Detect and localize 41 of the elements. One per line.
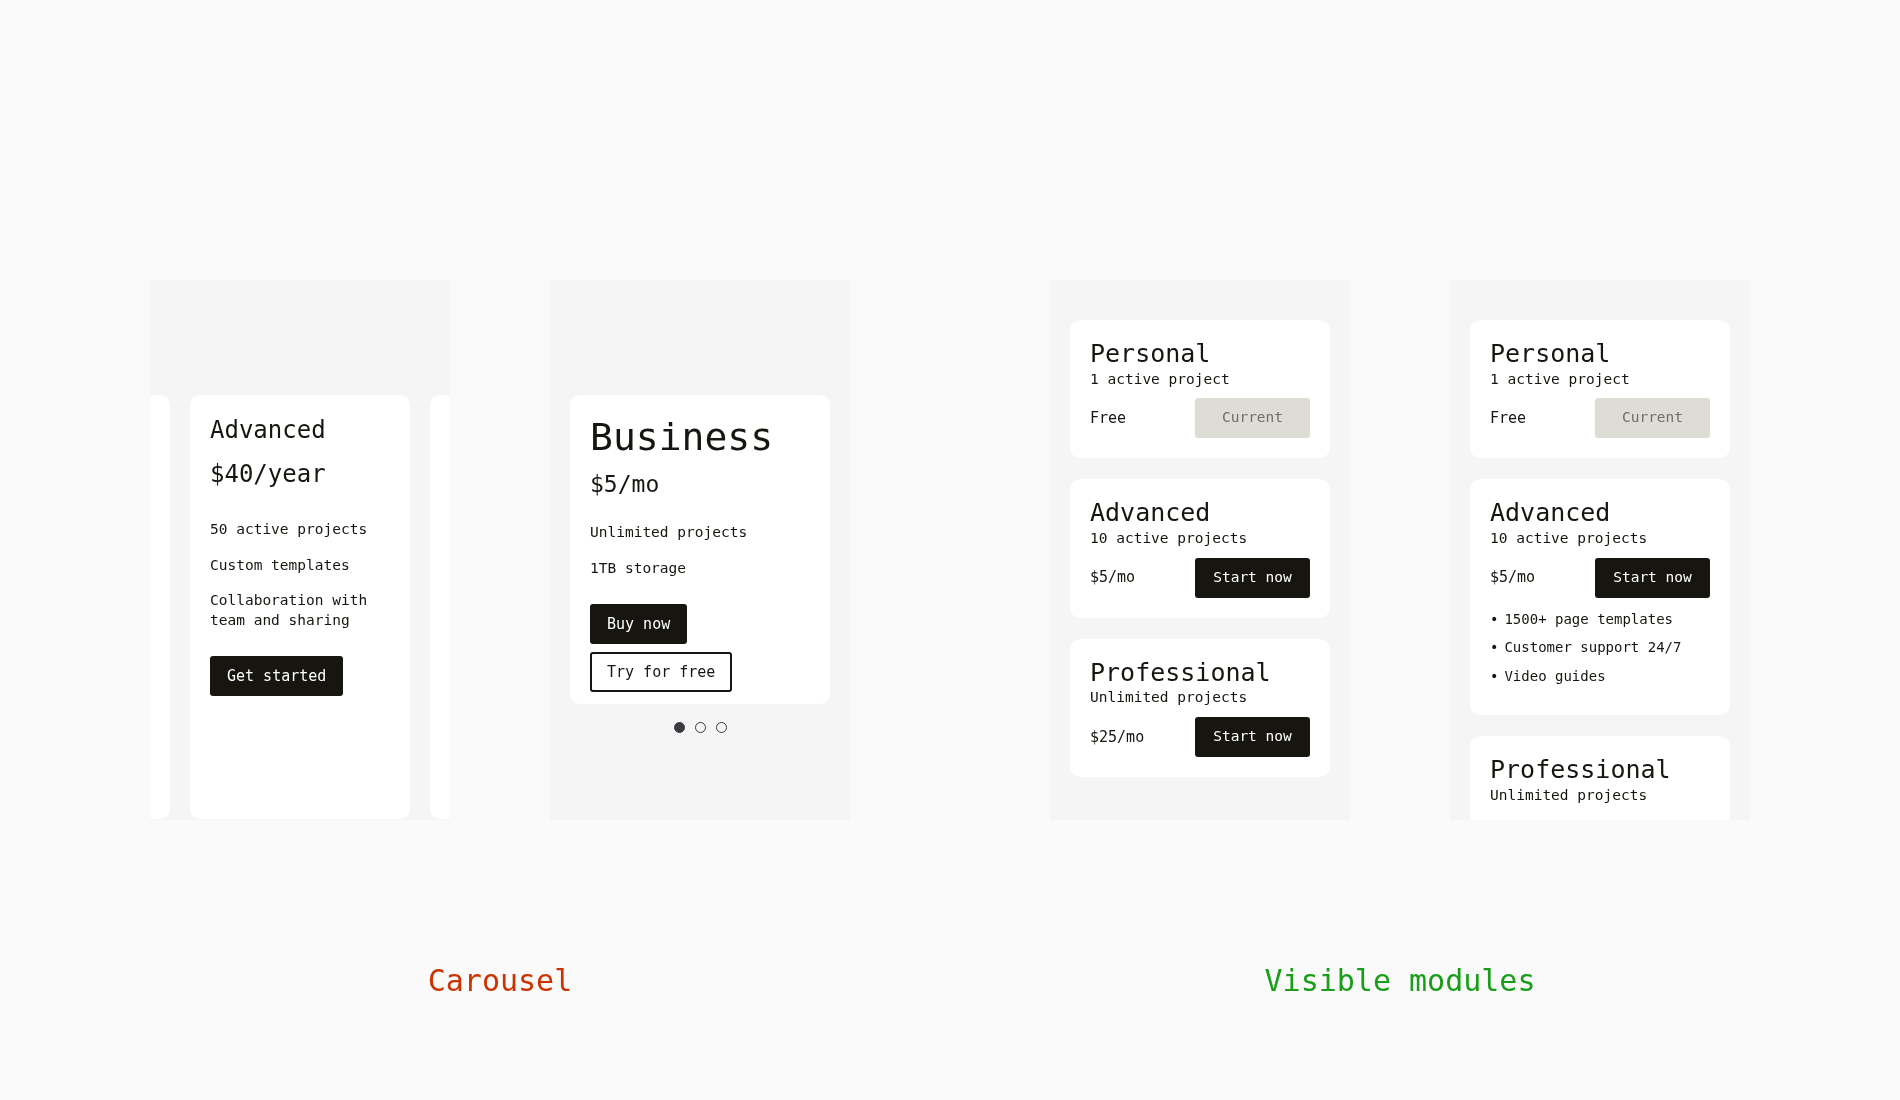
plan-price: $5/mo [590,469,661,499]
plan-title: Personal [1490,340,1612,368]
bullet: • [1490,666,1499,686]
bullet: • [1490,638,1499,658]
plan-title: Advanced [1490,499,1612,527]
feature-text: Customer support 24/7 [1504,638,1682,658]
plan-price: $40/year [210,459,327,491]
section-label: Carousel [427,962,573,1000]
feature-text: 50 active projects [210,520,369,540]
feature-text: 1TB storage [590,558,688,578]
plan-title: Advanced [1090,499,1212,527]
plan-button[interactable]: Start now [1195,717,1310,758]
plan-price: Free [1090,408,1127,430]
feature-text: 1500+ page templates [1504,609,1673,629]
plan-button[interactable]: Try for free [590,652,733,693]
plan-title: Advanced [210,415,327,446]
feature-text: Video guides [1504,666,1606,686]
plan-subtitle: 10 active projects [1490,528,1649,548]
plan-price: $25/mo [1090,726,1145,748]
feature-text: Unlimited projects [590,523,749,543]
plan-subtitle: Unlimited projects [1490,785,1649,805]
plan-subtitle: 10 active projects [1090,528,1249,548]
feature-text: Custom templates [210,555,351,575]
plan-price: Free [1490,408,1527,430]
bullet: • [1490,609,1499,629]
plan-title: Professional [1090,658,1272,687]
plan-subtitle: 1 active project [1490,369,1631,389]
plan-button[interactable]: Buy now [590,604,688,645]
plan-price: $5/mo [1090,567,1136,589]
carousel-dot[interactable] [673,722,685,733]
plan-title: Business [590,415,775,461]
feature-text: Collaboration with team and sharing [210,591,369,630]
plan-button[interactable]: Get started [210,656,344,697]
plan-subtitle: 1 active project [1090,369,1231,389]
section-label: Visible modules [1264,962,1536,1000]
plan-title: Personal [1090,340,1212,368]
plan-title: Professional [1490,756,1672,784]
plan-button[interactable]: Start now [1195,557,1310,598]
plan-price: $5/mo [1490,567,1536,589]
plan-subtitle: Unlimited projects [1090,688,1249,708]
plan-button[interactable]: Start now [1595,557,1710,598]
